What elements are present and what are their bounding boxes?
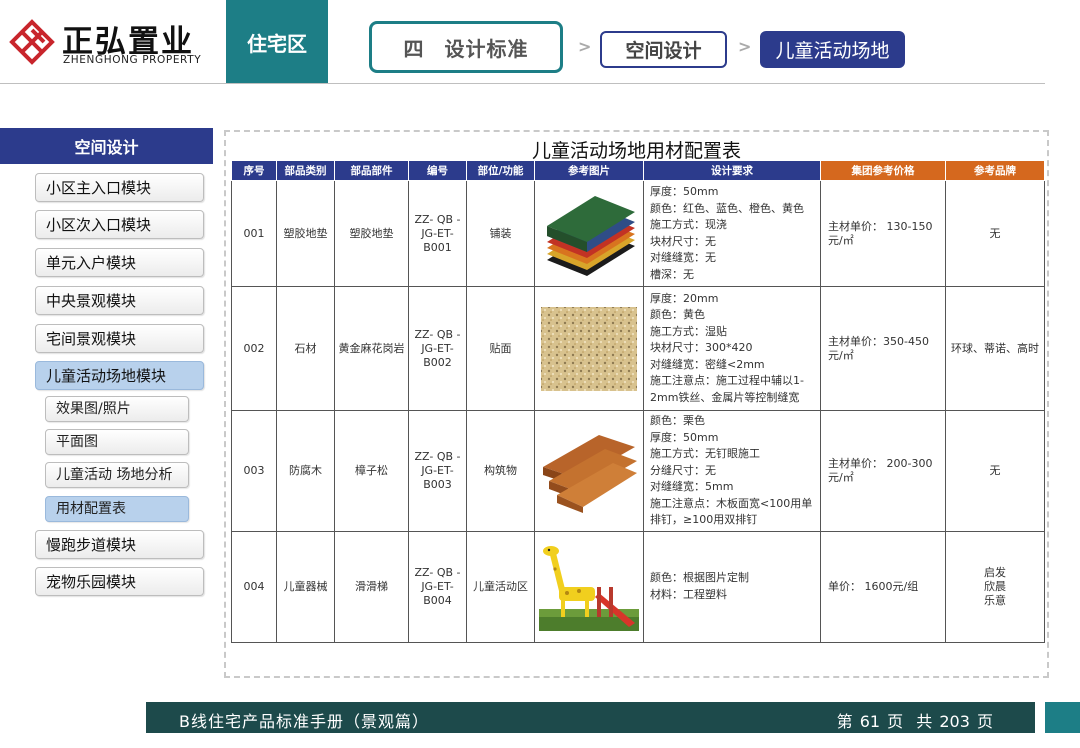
header-part: 部品部件 [334, 160, 409, 181]
header-divider [0, 83, 1045, 84]
cell-image [534, 180, 644, 287]
section-title: 设计标准 [444, 36, 529, 61]
chevron-right-icon: > [578, 37, 592, 56]
cell-price: 主材单价：350-450元/㎡ [820, 286, 946, 411]
sidebar-item-unit-entry[interactable]: 单元入户模块 [35, 248, 204, 277]
table-title: 儿童活动场地用材配置表 [531, 140, 741, 162]
footer-bar: B线住宅产品标准手册（景观篇） 第 61 页 共 203 页 [146, 702, 1035, 733]
table-row: 004 儿童器械 滑滑梯 ZZ- QB - JG-ET- B004 儿童活动区 [231, 530, 1045, 643]
header-function: 部位/功能 [466, 160, 535, 181]
footer-accent [1045, 702, 1080, 733]
rubber-mat-image [547, 195, 635, 276]
company-logo-mark-icon [9, 19, 55, 65]
cell-part: 黄金麻花岗岩 [334, 286, 409, 411]
timber-planks-image [543, 434, 637, 513]
breadcrumb-section[interactable]: 四 设计标准 [369, 21, 563, 73]
cell-requirement: 颜色：栗色 厚度：50mm 施工方式：无钉眼施工 分缝尺寸：无 对缝缝宽：5mm… [643, 410, 821, 532]
cell-category: 塑胶地垫 [276, 180, 335, 287]
cell-function: 构筑物 [466, 410, 535, 532]
logo-english-name: ZHENGHONG PROPERTY [63, 54, 202, 66]
cell-function: 贴面 [466, 286, 535, 411]
cell-no: 002 [231, 286, 277, 411]
table-row: 001 塑胶地垫 塑胶地垫 ZZ- QB - JG-ET- B001 铺装 厚度… [231, 180, 1045, 287]
cell-brand: 环球、蒂诺、高时 [945, 286, 1045, 411]
footer-page-info: 第 61 页 共 203 页 [831, 708, 993, 732]
breadcrumb-current-page[interactable]: 儿童活动场地 [760, 31, 905, 68]
giraffe-slide-image [539, 545, 639, 631]
cell-price: 主材单价： 130-150元/㎡ [820, 180, 946, 287]
cell-image [534, 530, 644, 643]
sidebar-item-pet-park[interactable]: 宠物乐园模块 [35, 567, 204, 596]
sidebar-item-secondary-entrance[interactable]: 小区次入口模块 [35, 210, 204, 239]
chevron-right-icon: > [738, 37, 752, 56]
sidebar-subitem-plan[interactable]: 平面图 [45, 429, 189, 455]
cell-function: 儿童活动区 [466, 530, 535, 643]
header-requirement: 设计要求 [643, 160, 821, 181]
table-header-row: 序号 部品类别 部品部件 编号 部位/功能 参考图片 设计要求 集团参考价格 参… [231, 160, 1045, 181]
header-price: 集团参考价格 [820, 160, 946, 181]
cell-image [534, 286, 644, 411]
sidebar-item-central-landscape[interactable]: 中央景观模块 [35, 286, 204, 315]
cell-image [534, 410, 644, 532]
cell-category: 石材 [276, 286, 335, 411]
header-category: 部品类别 [276, 160, 335, 181]
cell-part: 滑滑梯 [334, 530, 409, 643]
sidebar-item-jogging-track[interactable]: 慢跑步道模块 [35, 530, 204, 559]
granite-image [541, 306, 637, 391]
cell-brand: 启发 欣晨 乐意 [945, 530, 1045, 643]
cell-requirement: 厚度：20mm 颜色：黄色 施工方式：湿贴 块材尺寸：300*420 对缝缝宽：… [643, 286, 821, 411]
cell-category: 防腐木 [276, 410, 335, 532]
header-brand: 参考品牌 [945, 160, 1045, 181]
breadcrumb-space-design[interactable]: 空间设计 [600, 31, 727, 68]
sidebar-title: 空间设计 [0, 128, 213, 164]
cell-brand: 无 [945, 180, 1045, 287]
table-row: 002 石材 黄金麻花岗岩 ZZ- QB - JG-ET- B002 贴面 厚度… [231, 286, 1045, 411]
cell-price: 单价： 1600元/组 [820, 530, 946, 643]
cell-code: ZZ- QB - JG-ET- B001 [408, 180, 467, 287]
cell-code: ZZ- QB - JG-ET- B003 [408, 410, 467, 532]
cell-price: 主材单价： 200-300元/㎡ [820, 410, 946, 532]
company-logo: 正弘置业 ZHENGHONG PROPERTY [6, 14, 221, 70]
cell-function: 铺装 [466, 180, 535, 287]
cell-part: 塑胶地垫 [334, 180, 409, 287]
cell-brand: 无 [945, 410, 1045, 532]
zone-tab-residential[interactable]: 住宅区 [226, 0, 328, 84]
header-code: 编号 [408, 160, 467, 181]
footer-total-pages: 共 203 页 [916, 712, 993, 731]
sidebar-subitem-material-table[interactable]: 用材配置表 [45, 496, 189, 522]
footer-page-number: 第 61 页 [836, 712, 904, 731]
cell-code: ZZ- QB - JG-ET- B004 [408, 530, 467, 643]
cell-no: 003 [231, 410, 277, 532]
table-row: 003 防腐木 樟子松 ZZ- QB - JG-ET- B003 构筑物 颜色：… [231, 410, 1045, 532]
footer-manual-title: B线住宅产品标准手册（景观篇） [179, 712, 429, 731]
cell-part: 樟子松 [334, 410, 409, 532]
cell-requirement: 颜色：根据图片定制 材料：工程塑料 [643, 530, 821, 643]
material-table: 序号 部品类别 部品部件 编号 部位/功能 参考图片 设计要求 集团参考价格 参… [231, 160, 1045, 643]
header-image: 参考图片 [534, 160, 644, 181]
header-no: 序号 [231, 160, 277, 181]
sidebar-item-between-buildings[interactable]: 宅间景观模块 [35, 324, 204, 353]
cell-no: 004 [231, 530, 277, 643]
sidebar-item-children-playground[interactable]: 儿童活动场地模块 [35, 361, 204, 390]
sidebar-subitem-renderings[interactable]: 效果图/照片 [45, 396, 189, 422]
cell-category: 儿童器械 [276, 530, 335, 643]
cell-code: ZZ- QB - JG-ET- B002 [408, 286, 467, 411]
sidebar-subitem-site-analysis[interactable]: 儿童活动 场地分析 [45, 462, 189, 488]
cell-no: 001 [231, 180, 277, 287]
sidebar-item-main-entrance[interactable]: 小区主入口模块 [35, 173, 204, 202]
section-number: 四 [403, 36, 425, 61]
cell-requirement: 厚度：50mm 颜色：红色、蓝色、橙色、黄色 施工方式：现浇 块材尺寸：无 对缝… [643, 180, 821, 287]
